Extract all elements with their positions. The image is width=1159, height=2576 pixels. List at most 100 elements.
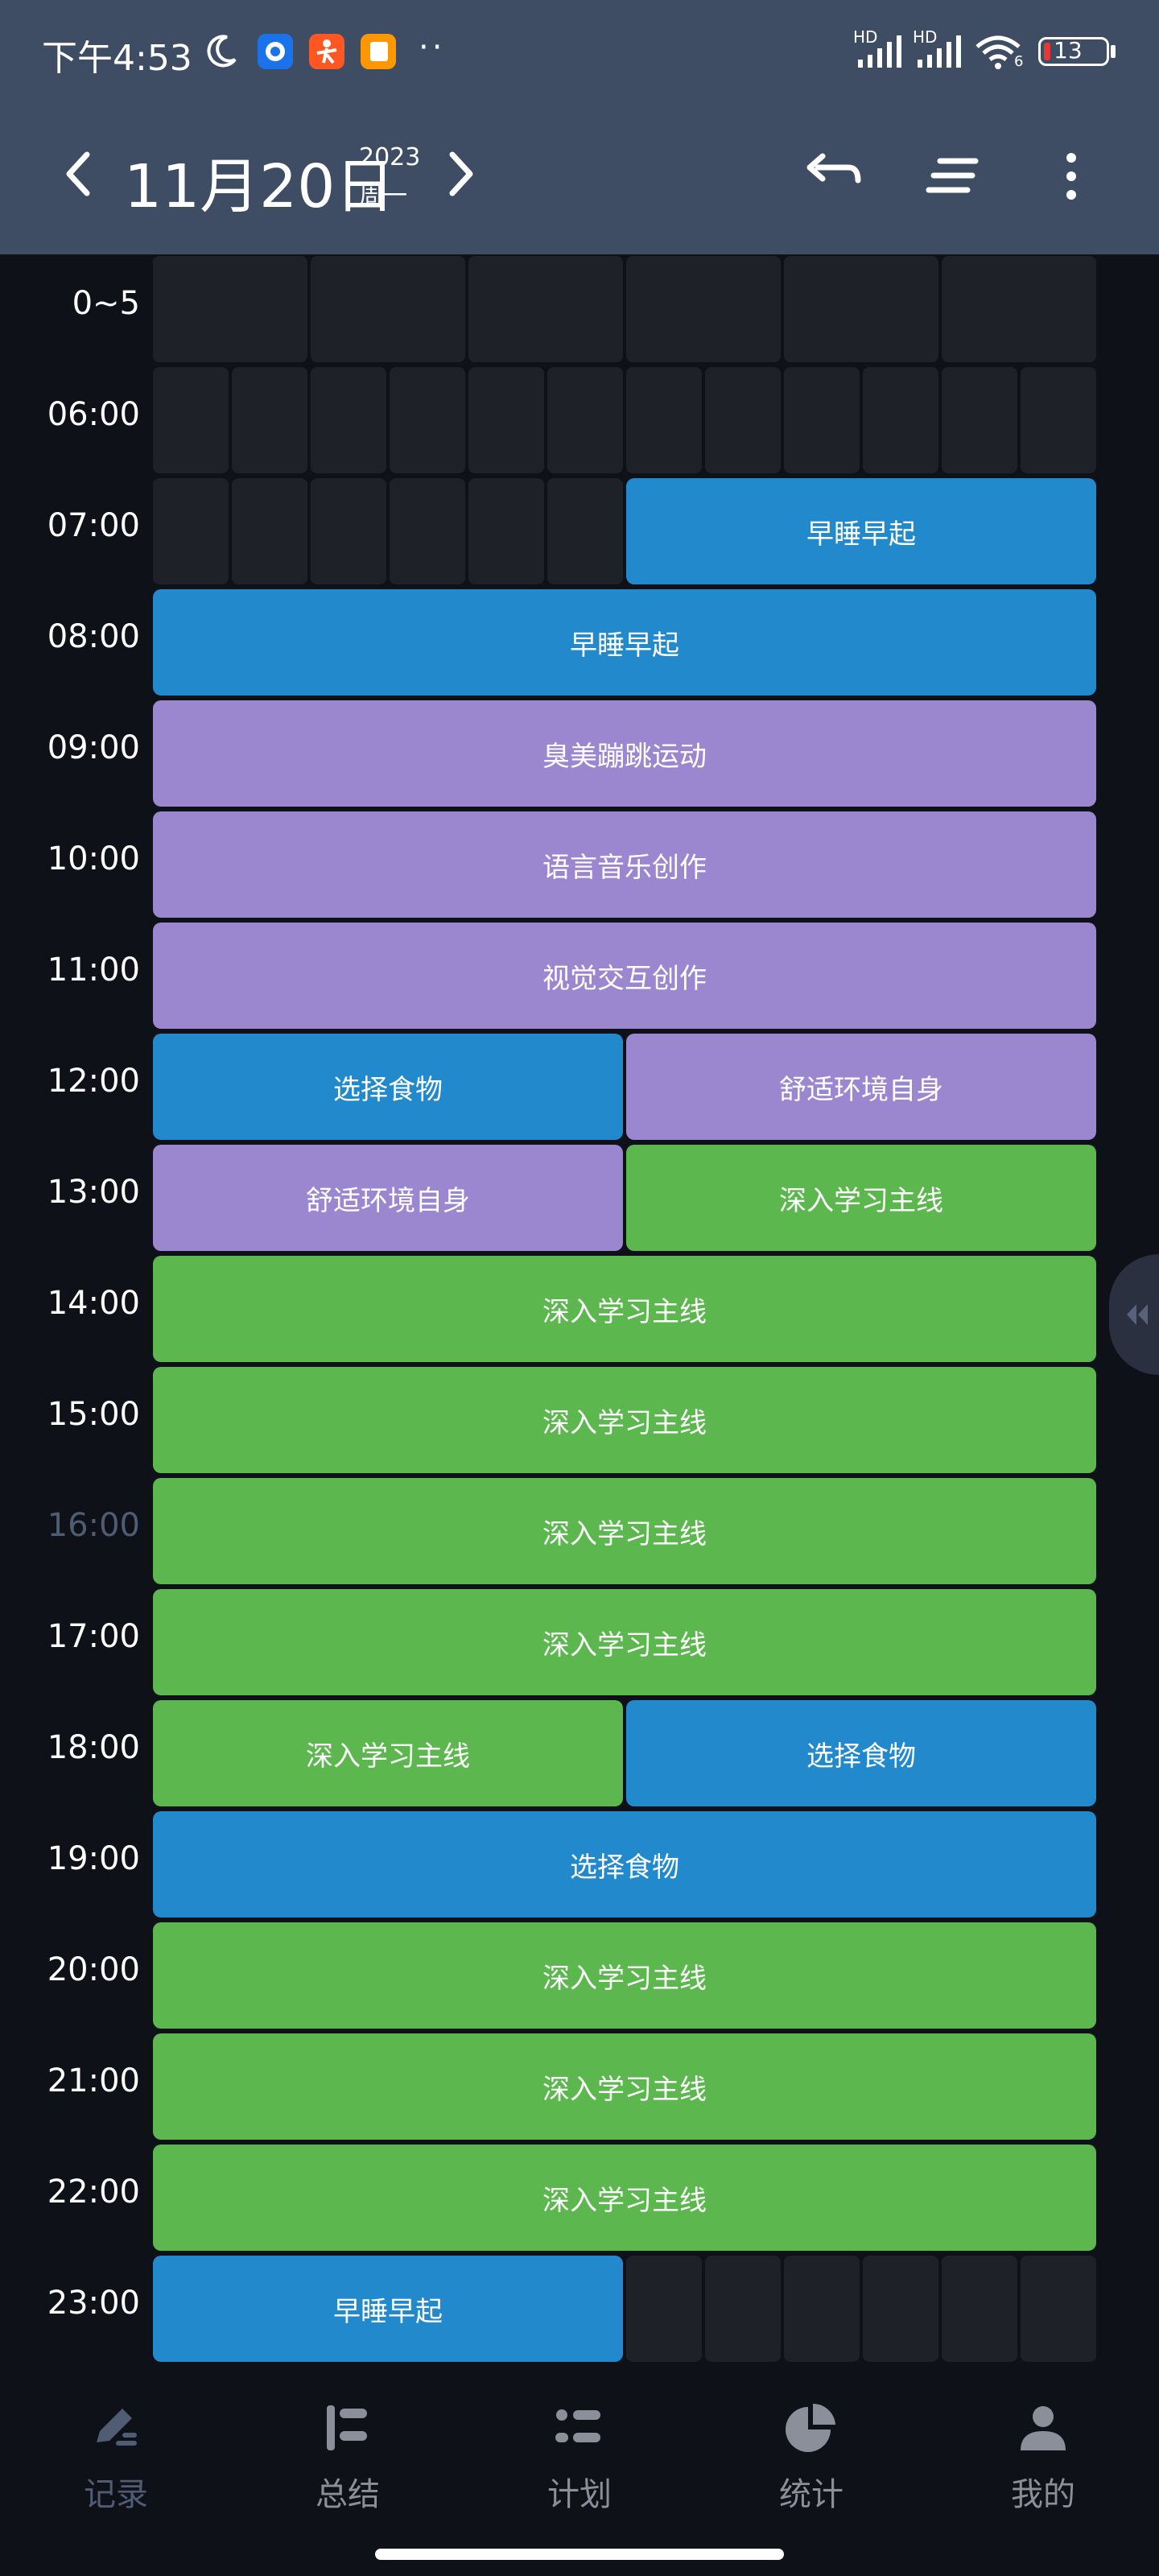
current-weekday: 周一 <box>359 182 407 210</box>
empty-time-slot[interactable] <box>390 478 465 584</box>
empty-time-slot[interactable] <box>784 2256 860 2362</box>
activity-block[interactable]: 深入学习主线 <box>153 1589 1096 1695</box>
battery-level: 13 <box>1054 37 1083 64</box>
timeline-grid: 0~5 06:00 07:00 早睡早起 08:00 早睡早起 09:00 臭美蹦跳运动 10:… <box>0 254 1159 2365</box>
bottom-navigation: 记录 总结 计划 统计 我的 <box>0 2365 1159 2576</box>
activity-label: 深入学习主线 <box>542 2073 707 2106</box>
nav-tab-summary[interactable]: 总结 <box>275 2397 420 2515</box>
activity-block[interactable]: 深入学习主线 <box>153 1256 1096 1362</box>
activity-block[interactable]: 深入学习主线 <box>153 1700 623 1806</box>
empty-time-slot[interactable] <box>311 367 386 473</box>
activity-block[interactable]: 深入学习主线 <box>626 1145 1096 1251</box>
activity-block[interactable]: 深入学习主线 <box>153 2033 1096 2140</box>
undo-icon[interactable] <box>802 150 864 201</box>
time-label: 11:00 <box>47 952 140 989</box>
time-label: 14:00 <box>47 1285 140 1322</box>
empty-time-slot[interactable] <box>547 367 623 473</box>
empty-time-slot[interactable] <box>626 256 781 362</box>
activity-block[interactable]: 深入学习主线 <box>153 2145 1096 2251</box>
summary-bars-icon <box>327 2405 367 2450</box>
activity-block[interactable]: 深入学习主线 <box>153 1367 1096 1473</box>
activity-block[interactable]: 视觉交互创作 <box>153 923 1096 1029</box>
running-app-icon <box>309 34 344 69</box>
pen-record-icon <box>97 2409 137 2446</box>
battery-tip <box>1111 45 1116 58</box>
empty-time-slot[interactable] <box>153 367 229 473</box>
time-label: 06:00 <box>47 396 140 433</box>
empty-time-slot[interactable] <box>311 256 465 362</box>
empty-time-slot[interactable] <box>153 478 229 584</box>
time-label: 17:00 <box>47 1618 140 1655</box>
plan-list-icon <box>555 2409 600 2442</box>
activity-label: 舒适环境自身 <box>779 1073 943 1106</box>
time-label: 12:00 <box>47 1063 140 1100</box>
moon-icon <box>207 35 237 68</box>
empty-time-slot[interactable] <box>468 367 544 473</box>
empty-time-slot[interactable] <box>232 478 307 584</box>
activity-block[interactable]: 选择食物 <box>626 1700 1096 1806</box>
activity-block[interactable]: 早睡早起 <box>153 2256 623 2362</box>
time-label: 22:00 <box>47 2174 140 2211</box>
empty-time-slot[interactable] <box>863 367 938 473</box>
signal-strength-icon: HD <box>853 27 909 71</box>
browser-app-icon <box>258 34 293 69</box>
activity-block[interactable]: 深入学习主线 <box>153 1478 1096 1584</box>
activity-label: 深入学习主线 <box>542 1962 707 1995</box>
nav-tab-statistics[interactable]: 统计 <box>739 2397 884 2515</box>
activity-label: 深入学习主线 <box>779 1184 943 1217</box>
empty-time-slot[interactable] <box>784 256 938 362</box>
empty-time-slot[interactable] <box>311 478 386 584</box>
time-label: 20:00 <box>47 1951 140 1988</box>
empty-time-slot[interactable] <box>1021 2256 1096 2362</box>
next-day-button[interactable] <box>441 148 481 200</box>
activity-label: 深入学习主线 <box>542 1406 707 1439</box>
empty-time-slot[interactable] <box>942 367 1017 473</box>
current-year: 2023 <box>359 143 421 171</box>
wifi-icon: 6 <box>972 32 1024 72</box>
activity-label: 早睡早起 <box>806 518 916 551</box>
sort-list-icon[interactable] <box>924 153 982 198</box>
activity-block[interactable]: 舒适环境自身 <box>153 1145 623 1251</box>
activity-block[interactable]: 选择食物 <box>153 1811 1096 1918</box>
activity-block[interactable]: 臭美蹦跳运动 <box>153 700 1096 807</box>
activity-label: 早睡早起 <box>570 629 679 662</box>
empty-time-slot[interactable] <box>547 478 623 584</box>
empty-time-slot[interactable] <box>942 2256 1017 2362</box>
activity-block[interactable]: 深入学习主线 <box>153 1922 1096 2029</box>
nav-tab-plan[interactable]: 计划 <box>507 2397 652 2515</box>
time-label: 21:00 <box>47 2062 140 2099</box>
activity-label: 舒适环境自身 <box>306 1184 470 1217</box>
side-drawer-handle[interactable] <box>1109 1254 1159 1375</box>
notes-app-icon <box>361 34 396 69</box>
activity-block[interactable]: 语言音乐创作 <box>153 811 1096 918</box>
activity-block[interactable]: 选择食物 <box>153 1034 623 1140</box>
nav-tab-record[interactable]: 记录 <box>43 2397 188 2515</box>
empty-time-slot[interactable] <box>153 256 307 362</box>
empty-time-slot[interactable] <box>390 367 465 473</box>
current-date[interactable]: 11月20日 <box>124 138 394 225</box>
empty-time-slot[interactable] <box>468 256 623 362</box>
activity-label: 深入学习主线 <box>306 1740 470 1773</box>
activity-block[interactable]: 早睡早起 <box>153 589 1096 696</box>
empty-time-slot[interactable] <box>705 367 781 473</box>
empty-time-slot[interactable] <box>705 2256 781 2362</box>
empty-time-slot[interactable] <box>1021 367 1096 473</box>
activity-label: 选择食物 <box>570 1851 679 1884</box>
previous-day-button[interactable] <box>58 148 98 200</box>
empty-time-slot[interactable] <box>626 367 702 473</box>
nav-label: 计划 <box>547 2476 612 2513</box>
empty-time-slot[interactable] <box>863 2256 938 2362</box>
nav-label: 统计 <box>779 2476 843 2513</box>
time-label: 09:00 <box>47 729 140 766</box>
time-label: 23:00 <box>47 2285 140 2322</box>
activity-block[interactable]: 舒适环境自身 <box>626 1034 1096 1140</box>
empty-time-slot[interactable] <box>942 256 1096 362</box>
empty-time-slot[interactable] <box>784 367 860 473</box>
empty-time-slot[interactable] <box>232 367 307 473</box>
empty-time-slot[interactable] <box>626 2256 702 2362</box>
activity-block[interactable]: 早睡早起 <box>626 478 1096 584</box>
more-options-icon[interactable] <box>1059 150 1083 203</box>
more-notifications-dots: ·· <box>419 29 446 66</box>
nav-tab-profile[interactable]: 我的 <box>971 2397 1116 2515</box>
empty-time-slot[interactable] <box>468 478 544 584</box>
